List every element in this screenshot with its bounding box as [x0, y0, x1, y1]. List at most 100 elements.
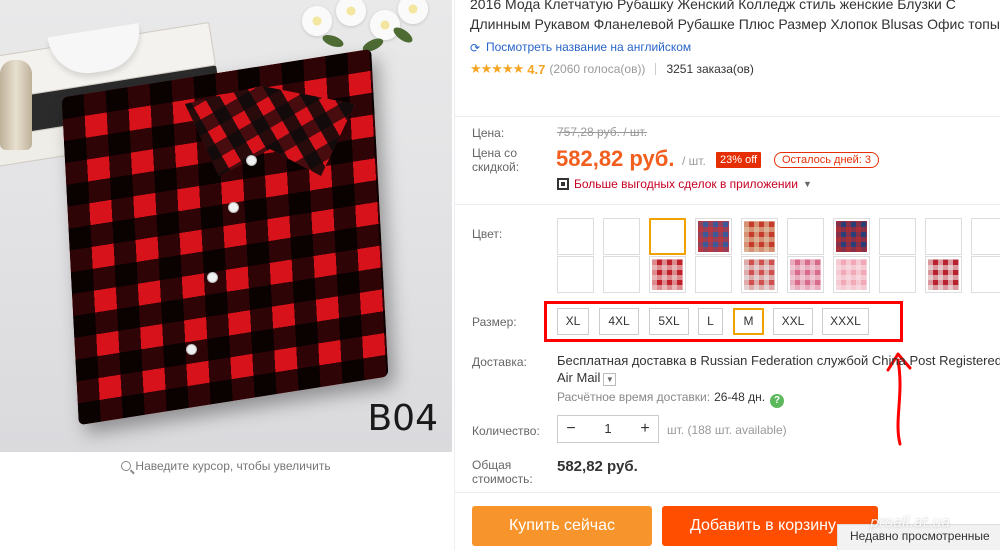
color-swatch[interactable] — [787, 218, 824, 255]
rating-row: ★★★★★ 4.7 (2060 голоса(ов)) 3251 заказа(… — [470, 60, 1000, 78]
magnifier-icon — [121, 461, 132, 471]
color-swatch-thumbnail — [836, 259, 867, 290]
rating-value: 4.7 — [527, 61, 546, 77]
app-deals-text: Больше выгодных сделок в приложении — [574, 177, 798, 191]
product-title: 2016 Мода Клетчатую Рубашку Женский Колл… — [470, 0, 1000, 32]
color-swatch[interactable] — [925, 256, 962, 293]
color-swatch[interactable] — [603, 256, 640, 293]
orders-count: 3251 заказа(ов) — [666, 62, 754, 76]
per-unit: / шт. — [682, 154, 706, 168]
delivery-estimate: Расчётное время доставки: 26-48 дн.? — [557, 390, 785, 408]
shirt-button — [207, 272, 218, 283]
zoom-hint-text: Наведите курсор, чтобы увеличить — [135, 459, 331, 473]
color-swatch[interactable] — [879, 256, 916, 293]
vase-decoration — [0, 60, 32, 150]
color-swatch-thumbnail — [882, 221, 913, 252]
color-swatch[interactable] — [695, 256, 732, 293]
color-swatch-thumbnail — [560, 259, 591, 290]
divider — [454, 116, 1000, 117]
color-swatch-thumbnail — [652, 259, 683, 290]
color-swatch[interactable] — [649, 256, 686, 293]
size-option-l[interactable]: L — [698, 308, 723, 335]
color-swatch[interactable] — [649, 218, 686, 255]
column-divider — [454, 0, 455, 550]
color-swatch-thumbnail — [882, 259, 913, 290]
color-swatch-thumbnail — [974, 259, 1000, 290]
current-price: 582,82 руб. — [556, 146, 675, 171]
rating-votes[interactable]: (2060 голоса(ов)) — [549, 62, 645, 76]
quantity-label: Количество: — [472, 424, 540, 438]
color-swatch[interactable] — [879, 218, 916, 255]
divider — [655, 63, 657, 75]
product-image[interactable]: B04 — [0, 0, 452, 452]
color-swatch[interactable] — [787, 256, 824, 293]
discount-badge: 23% off — [716, 152, 762, 168]
star-rating-icon: ★★★★★ — [470, 61, 524, 76]
zoom-hint: Наведите курсор, чтобы увеличить — [0, 452, 452, 480]
discount-price-label: Цена со скидкой: — [472, 146, 520, 174]
color-swatch-thumbnail — [606, 221, 637, 252]
color-swatch-thumbnail — [652, 221, 683, 252]
help-icon[interactable]: ? — [770, 394, 785, 408]
color-swatch[interactable] — [557, 256, 594, 293]
delivery-estimate-value: 26-48 дн. — [714, 390, 766, 404]
shirt-button — [228, 202, 239, 213]
color-swatch-thumbnail — [928, 259, 959, 290]
size-option-xxl[interactable]: XXL — [773, 308, 813, 335]
color-swatch[interactable] — [833, 218, 870, 255]
color-swatch-thumbnail — [928, 221, 959, 252]
color-swatch[interactable] — [833, 256, 870, 293]
quantity-input[interactable]: 1 — [584, 416, 632, 442]
total-label: Общая стоимость: — [472, 458, 533, 486]
shipping-info: Бесплатная доставка в Russian Federation… — [557, 352, 1000, 386]
delivery-estimate-label: Расчётное время доставки: — [557, 390, 711, 404]
size-option-xl[interactable]: XL — [557, 308, 589, 335]
old-price: 757,28 руб. / шт. — [557, 125, 648, 139]
color-swatch[interactable] — [695, 218, 732, 255]
color-swatch-thumbnail — [790, 259, 821, 290]
quantity-decrease-button[interactable]: − — [558, 416, 584, 442]
size-option-xxxl[interactable]: XXXL — [822, 308, 869, 335]
color-swatch-thumbnail — [836, 221, 867, 252]
color-swatch[interactable] — [741, 218, 778, 255]
chevron-down-icon: ▼ — [802, 179, 812, 189]
color-swatch[interactable] — [741, 256, 778, 293]
quantity-available: шт. (188 шт. available) — [667, 423, 787, 437]
color-swatch[interactable] — [971, 218, 1000, 255]
color-swatch-thumbnail — [698, 221, 729, 252]
shirt-button — [246, 155, 257, 166]
product-info: 2016 Мода Клетчатую Рубашку Женский Колл… — [470, 0, 1000, 78]
total-price: 582,82 руб. — [557, 458, 638, 475]
watermark: proali.at.ua — [870, 515, 950, 531]
shipping-label: Доставка: — [472, 355, 527, 369]
color-swatch[interactable] — [557, 218, 594, 255]
qr-code-icon — [557, 178, 569, 190]
color-swatch-thumbnail — [744, 221, 775, 252]
translate-link[interactable]: ⟳ Посмотреть название на английском — [470, 40, 1000, 56]
size-label: Размер: — [472, 315, 517, 329]
image-tag: B04 — [367, 398, 438, 439]
color-swatch-thumbnail — [560, 221, 591, 252]
color-swatch-thumbnail — [974, 221, 1000, 252]
shipping-dropdown[interactable]: ▼ — [603, 373, 617, 386]
color-swatch[interactable] — [925, 218, 962, 255]
color-label: Цвет: — [472, 227, 503, 241]
app-deals-link[interactable]: Больше выгодных сделок в приложении ▼ — [557, 177, 812, 191]
color-swatch-thumbnail — [606, 259, 637, 290]
size-option-m[interactable]: M — [733, 308, 764, 335]
size-option-5xl[interactable]: 5XL — [649, 308, 689, 335]
days-left-badge: Осталось дней: 3 — [774, 152, 880, 168]
color-swatch[interactable] — [971, 256, 1000, 293]
size-option-4xl[interactable]: 4XL — [599, 308, 639, 335]
shipping-method: Бесплатная доставка в Russian Federation… — [557, 353, 1000, 368]
color-swatch[interactable] — [603, 218, 640, 255]
shipping-service: Air Mail — [557, 370, 601, 385]
quantity-increase-button[interactable]: + — [632, 416, 658, 442]
color-swatch-thumbnail — [698, 259, 729, 290]
translate-icon: ⟳ — [470, 41, 481, 55]
buy-now-button[interactable]: Купить сейчас — [472, 506, 652, 546]
price-label: Цена: — [472, 126, 505, 140]
translate-link-text: Посмотреть название на английском — [486, 40, 692, 54]
color-swatch-thumbnail — [744, 259, 775, 290]
quantity-stepper: − 1 + — [557, 415, 659, 443]
